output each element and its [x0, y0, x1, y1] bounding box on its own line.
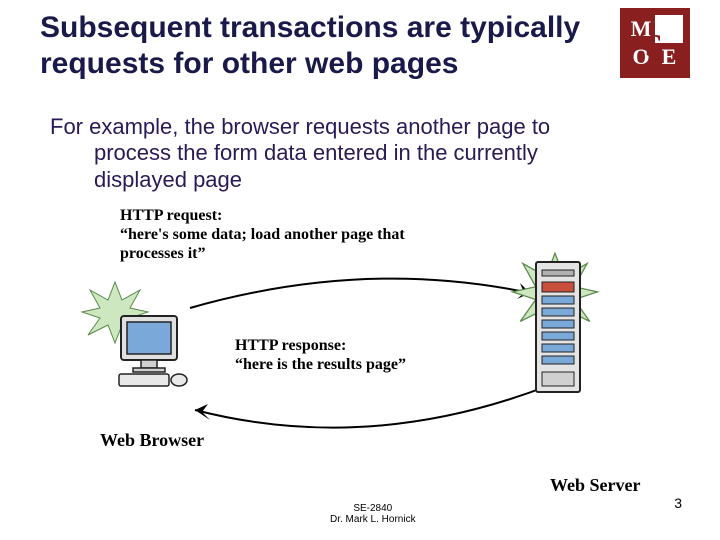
computer-icon [115, 310, 190, 390]
slide-subtitle: For example, the browser requests anothe… [50, 114, 610, 193]
server-icon [530, 260, 590, 400]
course-id: SE-2840 [353, 503, 392, 514]
subtitle-line-2: process the form data entered in the cur… [94, 140, 610, 193]
course-footer: SE-2840 Dr. Mark L. Hornick [330, 503, 416, 525]
http-request-label: HTTP request: “here's some data; load an… [120, 206, 450, 264]
instructor: Dr. Mark L. Hornick [330, 514, 416, 525]
response-arrow [170, 380, 560, 445]
browser-label: Web Browser [100, 430, 204, 451]
msoe-logo: M O E S [620, 8, 690, 78]
subtitle-line-1: For example, the browser requests anothe… [50, 114, 550, 139]
logo-s: S [645, 27, 663, 64]
slide-title: Subsequent transactions are typically re… [40, 10, 620, 82]
server-label: Web Server [550, 475, 640, 496]
page-number: 3 [674, 495, 682, 511]
request-arrow [180, 268, 550, 318]
